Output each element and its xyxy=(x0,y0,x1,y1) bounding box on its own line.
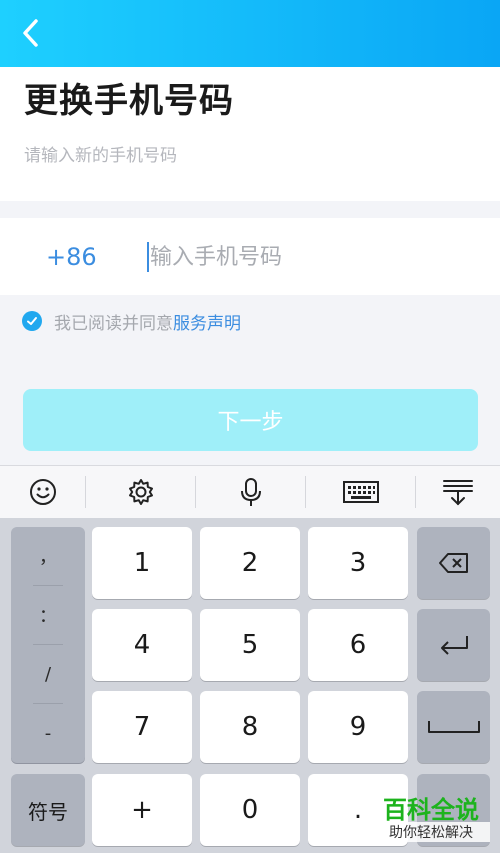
key-plus[interactable]: + xyxy=(92,774,192,846)
top-bar xyxy=(0,0,500,67)
symbol-key-comma[interactable]: ， xyxy=(11,527,85,585)
symbol-key-colon[interactable]: ： xyxy=(11,586,85,644)
key-5[interactable]: 5 xyxy=(200,609,300,681)
backspace-key[interactable] xyxy=(417,527,490,599)
symbol-switch-key[interactable]: 符号 xyxy=(11,774,85,846)
key-1[interactable]: 1 xyxy=(92,527,192,599)
phone-number-row: +86 xyxy=(0,218,500,295)
chevron-left-icon xyxy=(23,19,38,47)
symbol-key-dash[interactable]: - xyxy=(11,704,85,762)
agreement-checkbox[interactable] xyxy=(22,311,42,331)
enter-icon xyxy=(440,636,468,655)
collapse-keyboard-icon xyxy=(443,480,473,506)
watermark-slogan: 助你轻松解决 xyxy=(372,822,490,842)
keyboard-switch-button[interactable] xyxy=(306,466,415,518)
key-3[interactable]: 3 xyxy=(308,527,408,599)
key-2[interactable]: 2 xyxy=(200,527,300,599)
key-6[interactable]: 6 xyxy=(308,609,408,681)
service-statement-link[interactable]: 服务声明 xyxy=(173,309,241,334)
phone-number-input[interactable] xyxy=(146,238,474,276)
backspace-icon xyxy=(438,553,468,573)
watermark-brand: 百科全说 xyxy=(383,796,479,824)
microphone-icon xyxy=(240,478,261,506)
next-step-button[interactable]: 下一步 xyxy=(23,389,478,451)
key-7[interactable]: 7 xyxy=(92,691,192,763)
key-9[interactable]: 9 xyxy=(308,691,408,763)
settings-icon xyxy=(128,479,153,505)
key-8[interactable]: 8 xyxy=(200,691,300,763)
symbol-key-slash[interactable]: / xyxy=(11,645,85,703)
page-subtitle: 请输入新的手机号码 xyxy=(24,146,177,166)
voice-input-button[interactable] xyxy=(196,466,305,518)
agreement-text: 我已阅读并同意 xyxy=(54,313,173,334)
emoji-button[interactable] xyxy=(0,466,85,518)
keyboard-toolbar xyxy=(0,465,500,519)
page-title: 更换手机号码 xyxy=(24,81,234,121)
space-icon xyxy=(427,721,480,733)
settings-button[interactable] xyxy=(86,466,195,518)
back-button[interactable] xyxy=(18,16,48,50)
check-icon xyxy=(27,317,37,325)
text-cursor xyxy=(147,242,149,272)
header-card: 更换手机号码 请输入新的手机号码 xyxy=(0,67,500,201)
watermark: 百科全说 助你轻松解决 xyxy=(372,790,490,846)
keyboard-icon xyxy=(342,481,379,503)
key-0[interactable]: 0 xyxy=(200,774,300,846)
symbol-column: ， ： / - xyxy=(11,527,85,763)
collapse-keyboard-button[interactable] xyxy=(416,466,500,518)
emoji-icon xyxy=(29,479,56,505)
space-key[interactable] xyxy=(417,691,490,763)
key-4[interactable]: 4 xyxy=(92,609,192,681)
enter-key[interactable] xyxy=(417,609,490,681)
country-code-selector[interactable]: +86 xyxy=(46,243,97,271)
agreement-row: 我已阅读并同意 服务声明 xyxy=(22,309,241,334)
